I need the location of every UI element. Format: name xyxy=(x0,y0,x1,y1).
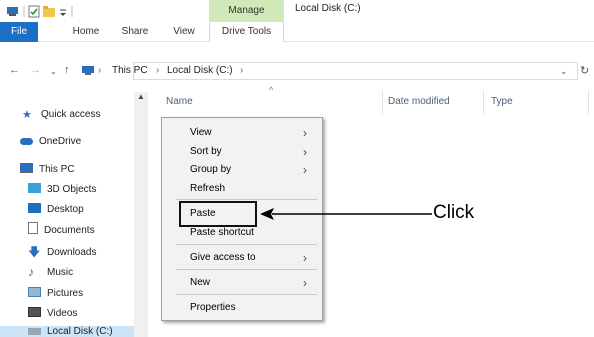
nav-item-label: This PC xyxy=(39,164,75,175)
nav-item-3d-objects[interactable]: 3D Objects xyxy=(28,180,96,200)
back-icon[interactable]: ← xyxy=(9,64,20,76)
nav-item-this-pc[interactable]: This PC xyxy=(20,160,75,180)
menu-item-new[interactable]: New xyxy=(190,275,210,291)
nav-item-videos[interactable]: Videos xyxy=(28,304,77,324)
column-header-type[interactable]: Type xyxy=(491,94,513,110)
nav-item-label: Music xyxy=(47,267,74,278)
menu-separator xyxy=(176,244,317,245)
drive-icon xyxy=(28,328,41,335)
window-title: Local Disk (C:) xyxy=(295,3,361,14)
cube-icon xyxy=(28,183,41,193)
menu-item-view[interactable]: View xyxy=(190,125,212,141)
menu-item-properties[interactable]: Properties xyxy=(190,300,236,316)
tab-file[interactable]: File xyxy=(0,22,38,42)
column-divider[interactable] xyxy=(483,90,484,114)
nav-item-pictures[interactable]: Pictures xyxy=(28,284,83,304)
submenu-arrow-icon: › xyxy=(303,145,307,159)
nav-item-label: Local Disk (C:) xyxy=(47,326,113,337)
manage-tab[interactable]: Manage xyxy=(209,0,284,22)
paste-highlight-box xyxy=(179,201,257,227)
click-callout-label: Click xyxy=(433,202,475,223)
nav-item-music[interactable]: ♪ Music xyxy=(28,262,73,282)
column-header-date-modified[interactable]: Date modified xyxy=(388,94,450,110)
forward-icon[interactable]: → xyxy=(30,64,41,76)
breadcrumb-this-pc[interactable]: This PC xyxy=(112,63,148,79)
menu-item-sort-by[interactable]: Sort by xyxy=(190,144,222,160)
properties-icon[interactable] xyxy=(28,5,40,18)
nav-item-label: Desktop xyxy=(47,204,84,215)
column-divider[interactable] xyxy=(382,90,383,114)
music-icon: ♪ xyxy=(28,265,34,279)
submenu-arrow-icon: › xyxy=(303,276,307,290)
menu-separator xyxy=(176,269,317,270)
breadcrumb-local-disk[interactable]: Local Disk (C:) xyxy=(167,63,233,79)
menu-separator xyxy=(176,199,317,200)
nav-item-onedrive[interactable]: OneDrive xyxy=(20,132,81,152)
download-icon: 🡇 xyxy=(28,245,41,259)
nav-item-quick-access[interactable]: ★ Quick access xyxy=(22,105,100,125)
recent-locations-icon[interactable]: ⌄ xyxy=(50,67,57,76)
menu-item-group-by[interactable]: Group by xyxy=(190,162,231,178)
up-icon[interactable]: ↑ xyxy=(64,64,70,76)
customize-toolbar-icon[interactable] xyxy=(60,9,66,16)
breadcrumb-chevron-icon: › xyxy=(98,65,102,76)
new-folder-icon[interactable] xyxy=(43,6,55,17)
quick-access-toolbar xyxy=(7,5,73,18)
submenu-arrow-icon: › xyxy=(303,251,307,265)
cloud-icon xyxy=(20,138,33,145)
video-icon xyxy=(28,307,41,317)
menu-item-paste-shortcut[interactable]: Paste shortcut xyxy=(190,225,254,241)
tab-share[interactable]: Share xyxy=(117,22,153,42)
document-icon xyxy=(28,222,38,234)
callout-arrow-icon xyxy=(260,208,432,220)
tab-view[interactable]: View xyxy=(166,22,202,42)
nav-item-label: 3D Objects xyxy=(47,184,97,195)
nav-item-label: Videos xyxy=(47,308,78,319)
address-dropdown-icon[interactable]: ⌄ xyxy=(560,63,568,79)
nav-item-desktop[interactable]: Desktop xyxy=(28,200,84,220)
tab-drive-tools[interactable]: Drive Tools xyxy=(209,22,284,42)
submenu-arrow-icon: › xyxy=(303,163,307,177)
column-header-name[interactable]: Name xyxy=(166,94,193,110)
nav-item-label: Pictures xyxy=(47,288,84,299)
menu-item-refresh[interactable]: Refresh xyxy=(190,181,225,197)
navigation-pane-scrollbar[interactable] xyxy=(134,92,148,337)
star-icon: ★ xyxy=(22,109,32,121)
nav-item-label: OneDrive xyxy=(39,136,82,147)
sort-ascending-icon: ^ xyxy=(269,85,274,95)
tab-home[interactable]: Home xyxy=(68,22,104,42)
nav-item-local-disk[interactable]: Local Disk (C:) xyxy=(28,322,113,337)
column-divider[interactable] xyxy=(588,90,589,114)
breadcrumb-chevron-icon: › xyxy=(240,65,244,76)
pictures-icon xyxy=(28,287,41,297)
nav-item-label: Downloads xyxy=(47,247,97,258)
scroll-up-icon[interactable]: ▲ xyxy=(137,92,145,101)
nav-item-documents[interactable]: Documents xyxy=(28,221,95,241)
nav-item-label: Documents xyxy=(44,225,95,236)
menu-separator xyxy=(176,294,317,295)
nav-item-label: Quick access xyxy=(41,109,101,120)
refresh-icon[interactable]: ↻ xyxy=(580,63,589,79)
menu-item-give-access-to[interactable]: Give access to xyxy=(190,250,256,266)
breadcrumb-chevron-icon: › xyxy=(156,65,160,76)
nav-item-downloads[interactable]: 🡇 Downloads xyxy=(28,242,96,262)
this-pc-icon xyxy=(82,66,94,75)
submenu-arrow-icon: › xyxy=(303,126,307,140)
monitor-icon xyxy=(20,163,33,173)
desktop-icon xyxy=(28,203,41,213)
computer-icon xyxy=(7,7,18,16)
